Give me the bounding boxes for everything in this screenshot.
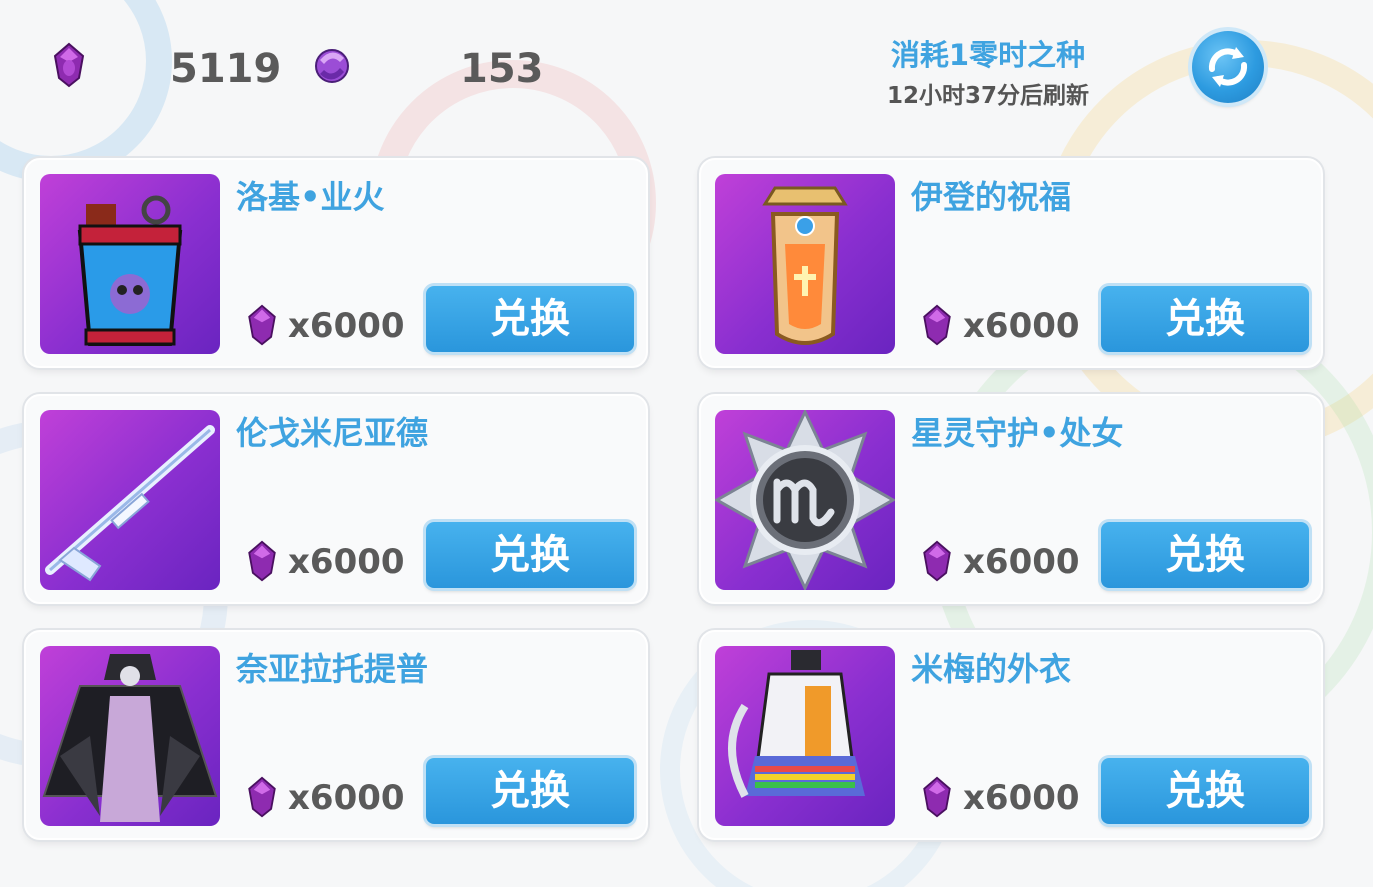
item-name: 米梅的外衣 [911, 650, 1072, 688]
exchange-button[interactable]: 兑换 [426, 758, 634, 824]
shop-screen: 5119 153 消耗1零时之种 12小时37分后刷新 洛基•业火 x6000 … [0, 0, 1373, 887]
shop-item-card: 米梅的外衣 x6000 兑换 [699, 630, 1323, 840]
item-name: 星灵守护•处女 [911, 414, 1124, 452]
item-price: x6000 [963, 778, 1080, 818]
seed-count: 5119 [170, 46, 282, 92]
seed-gem-icon [244, 776, 280, 818]
item-name: 伦戈米尼亚德 [236, 414, 429, 452]
exchange-button[interactable]: 兑换 [1101, 286, 1309, 352]
dark-cloak-icon [40, 646, 220, 826]
refresh-arrows-icon [1208, 47, 1248, 87]
exchange-button[interactable]: 兑换 [426, 522, 634, 588]
shop-item-card: 伦戈米尼亚德 x6000 兑换 [24, 394, 648, 604]
refresh-cost-text: 消耗1零时之种 [890, 38, 1086, 72]
seed-gem-icon [50, 42, 88, 88]
shop-item-card: 伊登的祝福 x6000 兑换 [699, 158, 1323, 368]
item-name: 伊登的祝福 [911, 178, 1072, 216]
shop-item-card: 星灵守护•处女 x6000 兑换 [699, 394, 1323, 604]
rainbow-coat-icon [715, 646, 895, 826]
item-price: x6000 [963, 306, 1080, 346]
shop-item-card: 洛基•业火 x6000 兑换 [24, 158, 648, 368]
shop-item-card: 奈亚拉托提普 x6000 兑换 [24, 630, 648, 840]
seed-gem-icon [919, 304, 955, 346]
exchange-button[interactable]: 兑换 [426, 286, 634, 352]
item-price: x6000 [288, 306, 405, 346]
swirl-token-icon [310, 42, 354, 88]
virgo-badge-icon [715, 410, 895, 590]
exchange-button[interactable]: 兑换 [1101, 522, 1309, 588]
seed-gem-icon [244, 304, 280, 346]
token-count: 153 [460, 46, 544, 92]
item-price: x6000 [963, 542, 1080, 582]
item-price: x6000 [288, 542, 405, 582]
background-ring [0, 0, 172, 182]
grenade-canister-icon [40, 174, 220, 354]
refresh-button[interactable] [1192, 31, 1264, 103]
sniper-rifle-icon [40, 410, 220, 590]
exchange-button[interactable]: 兑换 [1101, 758, 1309, 824]
refresh-countdown-text: 12小时37分后刷新 [886, 83, 1089, 109]
item-price: x6000 [288, 778, 405, 818]
seed-gem-icon [919, 540, 955, 582]
golden-shield-relic-icon [715, 174, 895, 354]
item-name: 奈亚拉托提普 [236, 650, 429, 688]
seed-gem-icon [244, 540, 280, 582]
seed-gem-icon [919, 776, 955, 818]
item-name: 洛基•业火 [236, 178, 385, 216]
